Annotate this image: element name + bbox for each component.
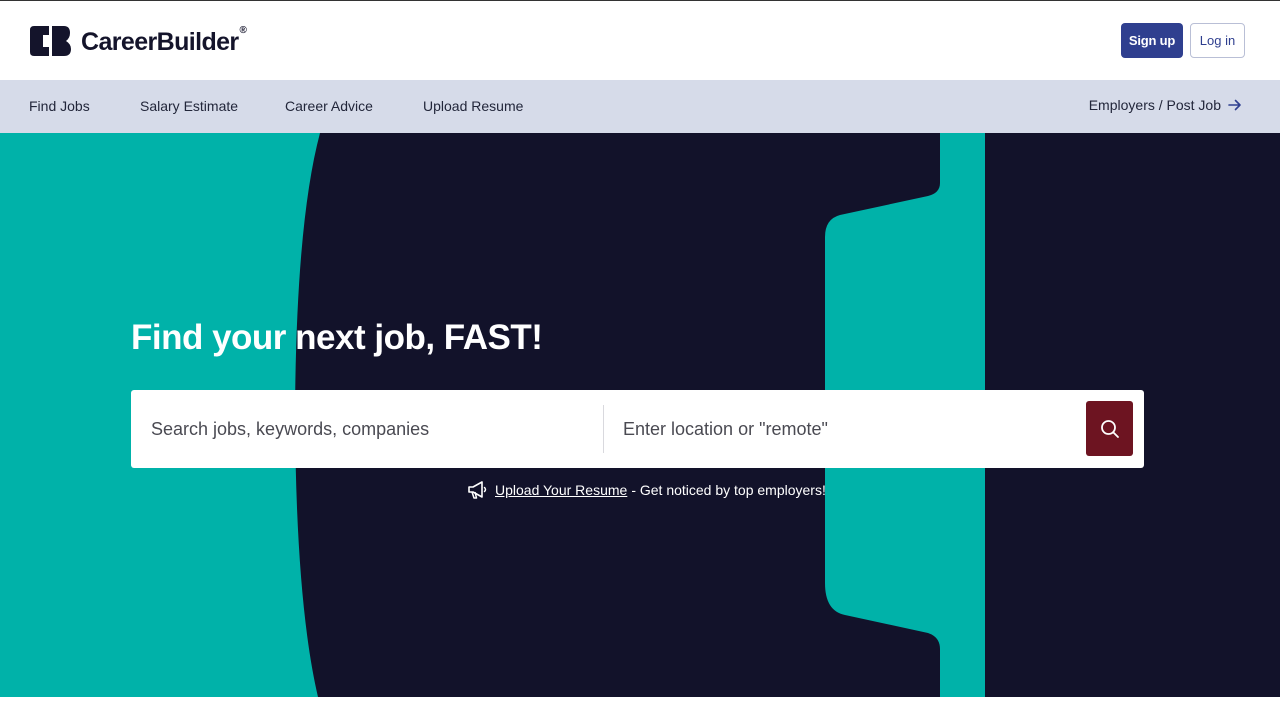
location-input[interactable]	[604, 390, 1074, 468]
careerbuilder-logo[interactable]: CareerBuilder ®	[30, 25, 247, 57]
logo-wordmark: CareerBuilder	[81, 27, 239, 56]
upload-resume-tagline: - Get noticed by top employers!	[631, 482, 826, 498]
nav-item-career-advice[interactable]: Career Advice	[285, 98, 373, 114]
search-button[interactable]	[1086, 401, 1133, 456]
arrow-right-icon	[1228, 99, 1241, 111]
upload-resume-prompt: Upload Your Resume - Get noticed by top …	[467, 479, 826, 501]
employers-label: Employers / Post Job	[1088, 97, 1221, 113]
nav-item-upload-resume[interactable]: Upload Resume	[423, 98, 523, 114]
sign-up-button[interactable]: Sign up	[1121, 23, 1183, 58]
hero-title: Find your next job, FAST!	[131, 318, 543, 357]
site-header: CareerBuilder ® Sign up Log in	[0, 1, 1280, 80]
nav-item-employers-post-job[interactable]: Employers / Post Job	[1089, 97, 1242, 113]
log-in-button[interactable]: Log in	[1190, 23, 1245, 58]
below-hero-strip	[0, 697, 1280, 720]
keywords-search-input[interactable]	[131, 390, 603, 468]
job-search-bar	[131, 390, 1144, 468]
cb-logo-icon	[30, 26, 71, 56]
search-icon	[1100, 419, 1119, 438]
megaphone-icon	[468, 481, 487, 499]
upload-your-resume-link[interactable]: Upload Your Resume	[495, 482, 627, 498]
nav-item-find-jobs[interactable]: Find Jobs	[29, 98, 90, 114]
nav-item-salary-estimate[interactable]: Salary Estimate	[140, 98, 238, 114]
main-nav: Find Jobs Salary Estimate Career Advice …	[0, 80, 1280, 133]
hero-section: Find your next job, FAST! Upload Your Re…	[0, 133, 1280, 697]
registered-mark: ®	[239, 24, 247, 36]
